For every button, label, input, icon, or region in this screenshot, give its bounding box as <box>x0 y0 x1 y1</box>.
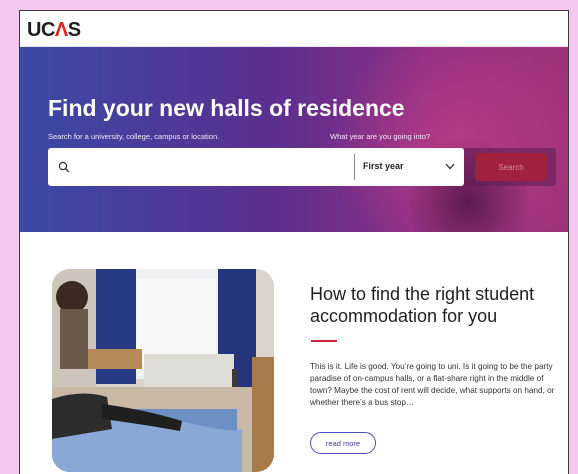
top-navigation-bar: UCΛS <box>20 11 568 47</box>
year-label: What year are you going into? <box>330 132 431 141</box>
year-select[interactable]: First year <box>363 148 461 186</box>
ucas-logo[interactable]: UCΛS <box>27 19 81 42</box>
student-room-photo <box>52 269 274 472</box>
search-bar: First year <box>48 148 464 186</box>
search-button[interactable]: Search <box>475 153 547 181</box>
article-image <box>52 269 274 472</box>
chevron-down-icon <box>445 163 455 170</box>
title-underline-accent <box>311 340 337 342</box>
search-icon <box>58 161 70 173</box>
page-frame: UCΛS Find your new halls of residence Se… <box>19 10 569 474</box>
page-title: Find your new halls of residence <box>48 95 405 121</box>
year-select-value: First year <box>363 161 404 171</box>
hero-search-banner: Find your new halls of residence Search … <box>20 47 568 232</box>
article-title: How to find the right student accommodat… <box>310 284 535 326</box>
read-more-button[interactable]: read more <box>310 432 376 454</box>
article-summary: This is it. Life is good. You’re going t… <box>310 362 555 407</box>
search-divider <box>354 154 355 180</box>
search-label: Search for a university, college, campus… <box>48 132 220 141</box>
search-input[interactable] <box>76 154 350 182</box>
